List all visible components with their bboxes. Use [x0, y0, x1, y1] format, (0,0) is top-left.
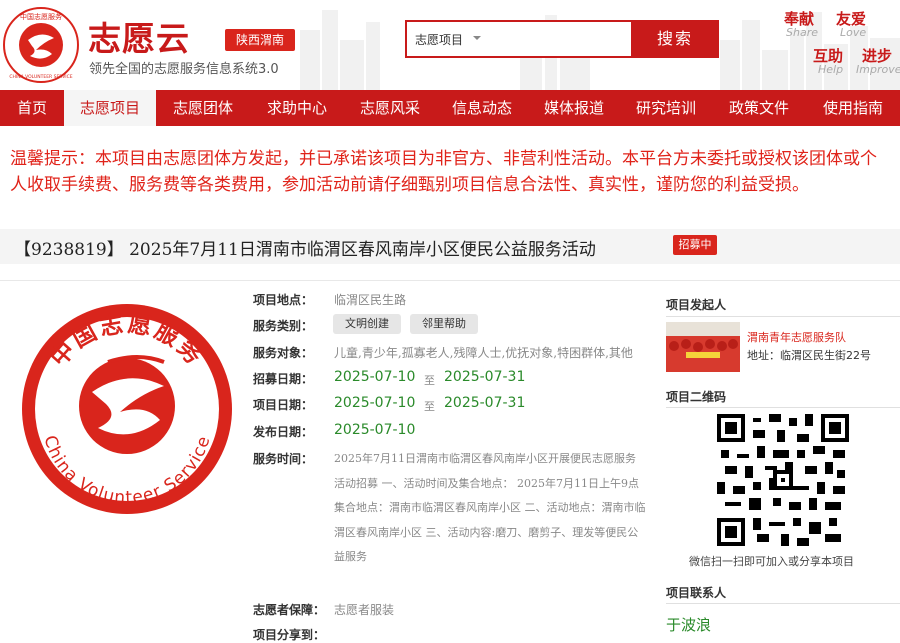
motto-love-en: Love	[840, 26, 867, 39]
search-bar: 志愿项目 搜索	[405, 20, 719, 58]
search-button[interactable]: 搜索	[631, 20, 719, 58]
date-separator: 至	[424, 400, 435, 413]
service-time-label: 服务时间：	[253, 452, 314, 466]
nav-research[interactable]: 研究培训	[620, 90, 712, 126]
motto-help-en: Help	[818, 63, 844, 76]
project-start: 2025-07-10	[334, 395, 416, 411]
nav-projects[interactable]: 志愿项目	[64, 90, 156, 126]
recruit-start: 2025-07-10	[334, 369, 416, 385]
guarantee-value: 志愿者服装	[334, 603, 395, 617]
divider	[666, 603, 900, 604]
category-tag[interactable]: 邻里帮助	[410, 314, 478, 334]
nav-guide[interactable]: 使用指南	[806, 90, 900, 126]
nav-news[interactable]: 信息动态	[436, 90, 528, 126]
site-logo[interactable]: 中国志愿服务 CHINA VOLUNTEER SERVICE	[2, 6, 80, 84]
category-label: 服务类别：	[253, 319, 314, 333]
publish-date: 2025-07-10	[334, 422, 416, 438]
qr-code	[717, 414, 849, 546]
brand-name: 志愿云	[88, 19, 190, 58]
warning-notice: 温馨提示：本项目由志愿团体方发起，并已承诺该项目为非官方、非营利性活动。本平台方…	[10, 149, 877, 195]
project-end: 2025-07-31	[444, 395, 526, 411]
qr-caption: 微信扫一扫即可加入或分享本项目	[689, 555, 854, 568]
contact-title: 项目联系人	[666, 586, 727, 600]
category-tag[interactable]: 文明创建	[333, 314, 401, 334]
org-photo[interactable]	[666, 322, 740, 372]
divider	[666, 316, 900, 317]
project-title: 【9238819】 2025年7月11日渭南市临渭区春风南岸小区便民公益服务活动	[14, 240, 596, 260]
site-header: 中国志愿服务 CHINA VOLUNTEER SERVICE 志愿云 陕西渭南 …	[0, 0, 900, 90]
date-separator: 至	[424, 374, 435, 387]
initiator-title: 项目发起人	[666, 298, 727, 312]
nav-policy[interactable]: 政策文件	[712, 90, 806, 126]
search-category-select[interactable]: 志愿项目	[415, 31, 463, 48]
nav-help-center[interactable]: 求助中心	[250, 90, 344, 126]
recruit-label: 招募日期：	[253, 372, 314, 386]
region-switch[interactable]: 陕西渭南	[225, 29, 295, 51]
location-label: 项目地点：	[253, 293, 314, 307]
project-date-label: 项目日期：	[253, 398, 314, 412]
site-slogan: 领先全国的志愿服务信息系统3.0	[89, 62, 279, 77]
qr-title: 项目二维码	[666, 390, 727, 404]
location-value: 临渭区民生路	[334, 293, 407, 307]
publish-label: 发布日期：	[253, 425, 314, 439]
recruit-end: 2025-07-31	[444, 369, 526, 385]
motto-improve-en: Improve	[856, 63, 900, 76]
project-title-bar: 【9238819】 2025年7月11日渭南市临渭区春风南岸小区便民公益服务活动	[0, 229, 900, 264]
divider	[666, 407, 900, 408]
share-label: 项目分享到：	[253, 628, 326, 642]
org-name-link[interactable]: 渭南青年志愿服务队	[747, 329, 846, 345]
guarantee-label: 志愿者保障：	[253, 603, 326, 617]
nav-groups[interactable]: 志愿团体	[156, 90, 250, 126]
motto-share-en: Share	[786, 26, 818, 39]
chevron-down-icon[interactable]	[473, 36, 481, 40]
svg-text:CHINA VOLUNTEER SERVICE: CHINA VOLUNTEER SERVICE	[9, 74, 72, 80]
nav-media[interactable]: 媒体报道	[528, 90, 620, 126]
main-nav: 首页 志愿项目 志愿团体 求助中心 志愿风采 信息动态 媒体报道 研究培训 政策…	[0, 90, 900, 126]
svg-text:中国志愿服务: 中国志愿服务	[20, 12, 62, 21]
contact-name: 于波浪	[666, 616, 712, 634]
nav-showcase[interactable]: 志愿风采	[344, 90, 436, 126]
nav-home[interactable]: 首页	[0, 90, 64, 126]
targets-label: 服务对象：	[253, 346, 314, 360]
org-address: 地址：临渭区民生街22号	[747, 349, 871, 362]
service-time-value: 2025年7月11日渭南市临渭区春风南岸小区开展便民志愿服务活动招募 一、活动时…	[334, 452, 646, 563]
project-image: 中国志愿服务 China Volunteer Service	[22, 304, 232, 514]
status-badge: 招募中	[673, 235, 717, 255]
divider	[0, 280, 900, 281]
targets-value: 儿童,青少年,孤寡老人,残障人士,优抚对象,特困群体,其他	[334, 346, 633, 360]
